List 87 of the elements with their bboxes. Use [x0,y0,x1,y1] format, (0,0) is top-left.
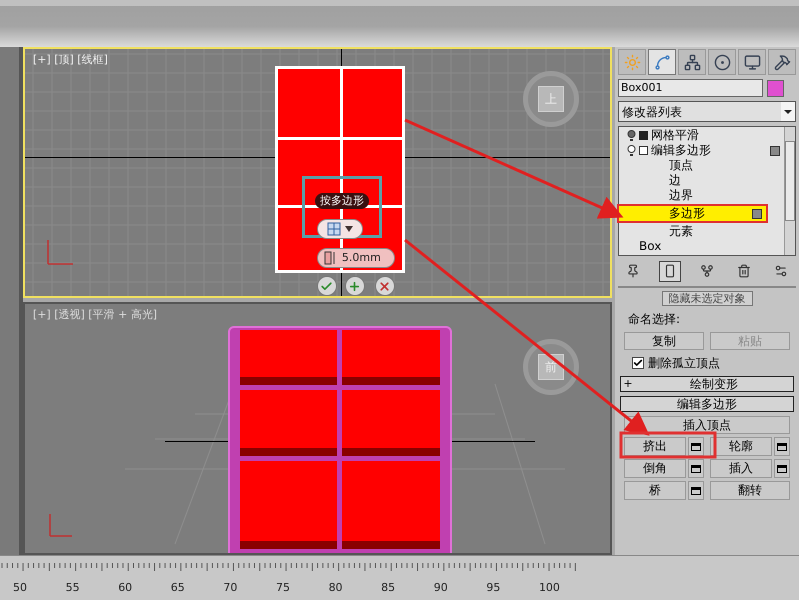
base-plate[interactable] [228,326,452,553]
pin-icon [626,264,640,278]
target-icon [714,54,730,70]
ruler-label: 95 [486,580,502,596]
height-icon [324,251,336,265]
command-button[interactable]: 桥 [624,481,686,500]
plus-icon [348,280,362,292]
collapse-icon[interactable] [639,146,648,155]
sub-object-icon [770,146,780,156]
axis-gizmo-icon [44,237,75,267]
window-icon [691,442,701,450]
ruler-label: 60 [118,580,134,596]
ruler-label: 80 [328,580,344,596]
stack-item[interactable]: Box [627,239,662,254]
viewport-label[interactable]: [+] [顶] [线框] [32,52,108,68]
stack-item[interactable]: 编辑多边形 [651,143,711,158]
cancel-button[interactable] [374,276,395,296]
window-icon [777,442,787,450]
sub-object-item[interactable]: 元素 [619,224,784,239]
fork-icon [700,264,714,278]
command-button[interactable]: 翻转 [710,481,790,500]
monitor-icon [744,54,760,70]
panel-tab[interactable] [738,49,766,75]
curve-icon [654,54,670,70]
object-color-swatch[interactable] [767,80,784,96]
sub-object-item[interactable]: 边界 [619,188,784,203]
hierarchy-icon [684,54,700,70]
ruler-label: 70 [223,580,238,596]
hide-unselected-button[interactable]: 隐藏未选定对象 [662,291,752,306]
panel-tab[interactable] [708,49,736,75]
window-icon [691,486,701,494]
bulb-icon[interactable] [627,144,636,156]
command-button[interactable]: 倒角 [624,459,686,478]
ruler-label: 55 [66,580,81,596]
checkbox-label: 删除孤立顶点 [648,355,720,372]
settings-button[interactable] [688,481,704,500]
window-icon [777,464,787,472]
stack-item[interactable]: 网格平滑 [651,128,699,143]
grid-icon [326,222,341,236]
hammer-icon [774,54,790,70]
ruler-label: 90 [434,580,449,596]
caddy-title: 按多边形 [314,193,369,209]
ruler-label: 85 [381,580,396,596]
command-button[interactable]: 插入 [710,459,772,478]
settings-button[interactable] [688,437,704,456]
command-button[interactable]: 轮廓 [710,437,772,456]
settings-button[interactable] [688,459,704,478]
caddy-mode-button[interactable] [316,219,363,239]
ruler-label: 75 [276,580,291,596]
ok-button[interactable] [316,276,337,296]
ruler-label: 100 [538,580,561,596]
copy-button[interactable]: 复制 [624,332,704,350]
settings-button[interactable] [774,437,790,456]
caret-icon [781,102,795,121]
window-icon [691,464,701,472]
stack-tool-button[interactable] [659,260,681,282]
rollout-sign: + [622,376,634,392]
check-icon [320,280,334,292]
apply-button[interactable] [344,276,365,296]
sub-object-icon [752,208,762,218]
rollout-header[interactable]: + 绘制变形 [620,376,794,392]
ruler-label: 50 [13,580,28,596]
panel-tab[interactable] [768,49,796,75]
ruler-label: 65 [170,580,186,596]
trash-icon [737,264,751,278]
settings-icon [774,264,788,278]
close-icon [378,280,392,292]
checkbox[interactable] [632,357,644,369]
rollout-header[interactable]: 编辑多边形 [620,396,794,412]
sun-icon [624,54,640,70]
scrollbar[interactable] [784,127,795,255]
sub-object-item[interactable]: 顶点 [619,158,784,173]
bar-icon [663,264,677,278]
command-button[interactable]: 挤出 [624,437,686,456]
sub-object-item[interactable]: 边 [619,173,784,188]
settings-button[interactable] [774,459,790,478]
modifier-list-dropdown[interactable]: 修改器列表 [618,101,796,122]
caddy-value: 5.0mm [342,250,381,266]
caret-icon [344,226,353,232]
bulb-icon[interactable] [627,130,636,142]
object-name-field[interactable]: Box001 [618,79,763,97]
named-selection-label: 命名选择: [627,311,682,328]
sub-object-item[interactable]: 多边形 [619,206,766,221]
panel-tab[interactable] [678,49,706,75]
panel-tab[interactable] [648,49,676,75]
caddy-field[interactable]: 5.0mm [316,248,395,268]
check-icon [633,358,643,368]
